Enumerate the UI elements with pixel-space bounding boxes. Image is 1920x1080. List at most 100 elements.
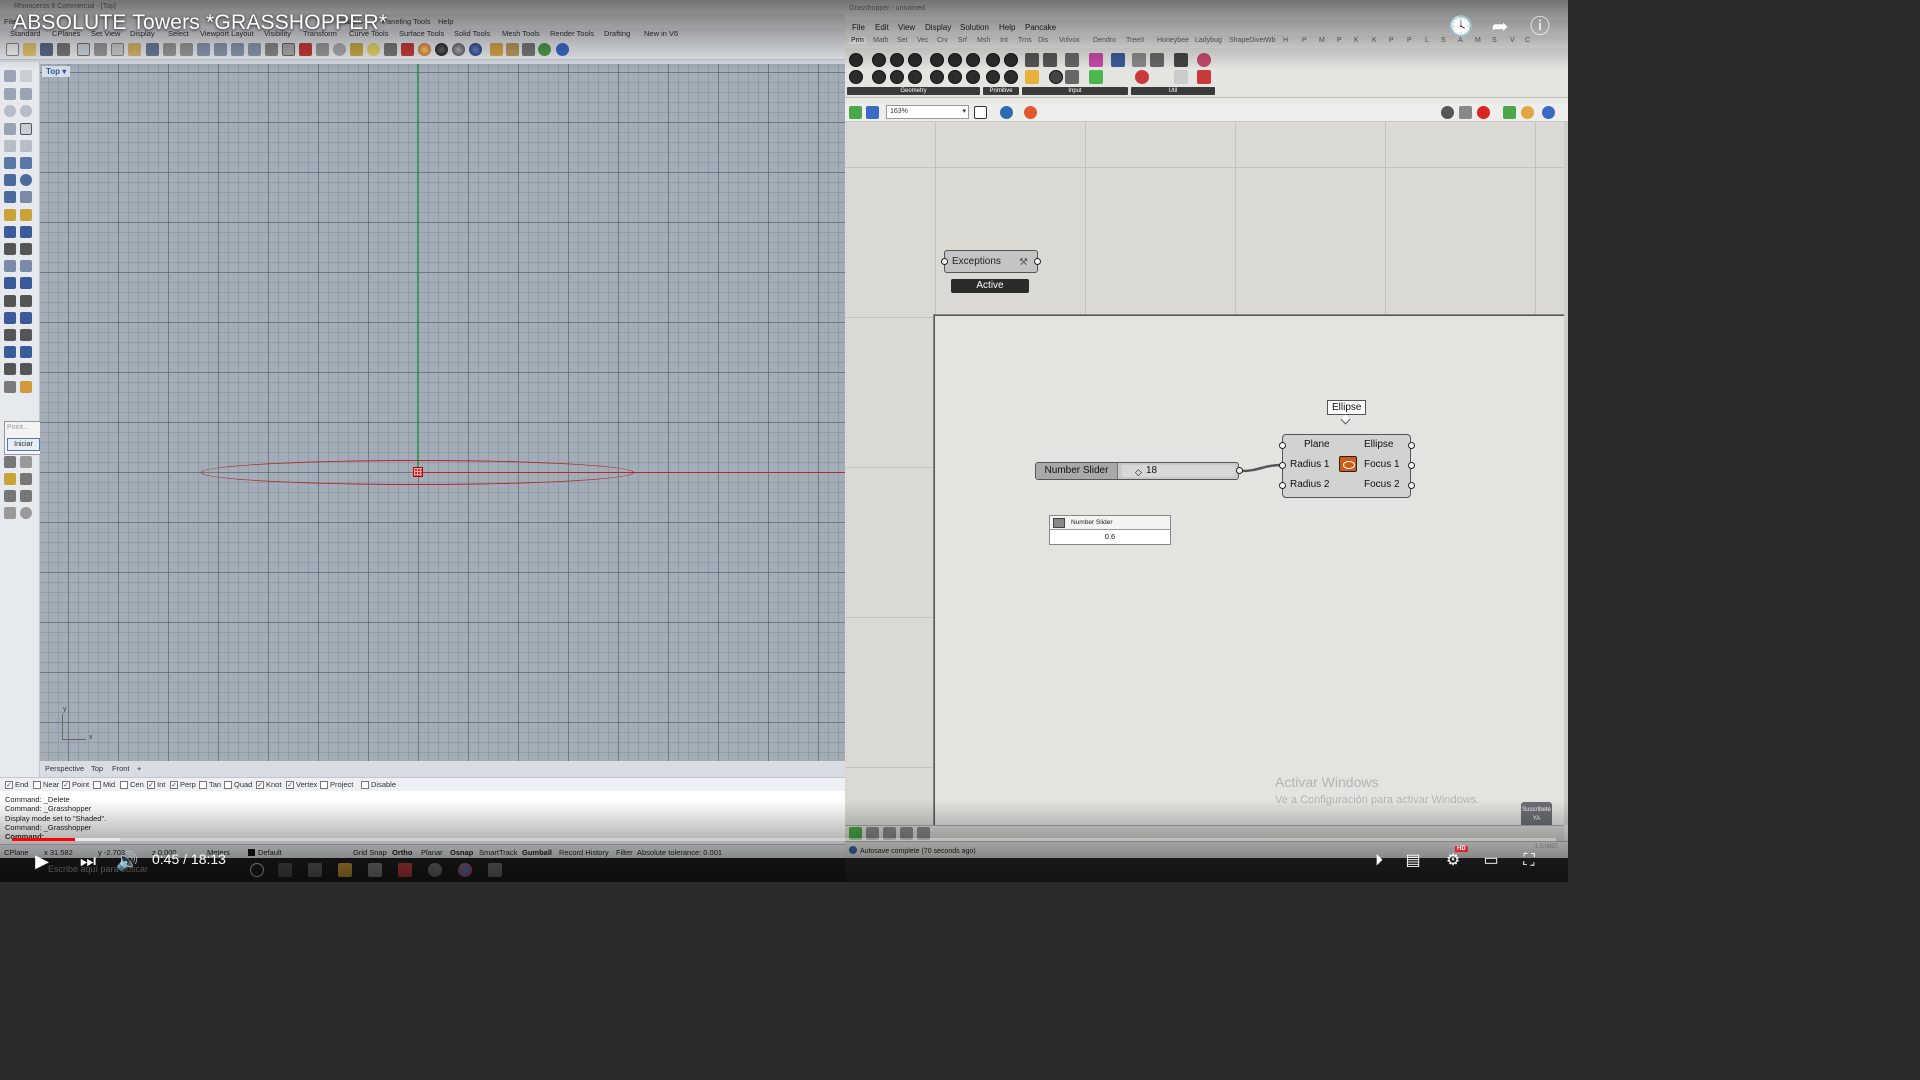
zoom-dropdown[interactable]: 163% ▾	[886, 105, 969, 119]
open-document-icon[interactable]	[849, 106, 862, 119]
open-folder-icon[interactable]	[23, 43, 36, 56]
new-number-slider-editor[interactable]: Number Slider 0.6	[1049, 515, 1171, 545]
circle-param-icon[interactable]	[872, 53, 886, 67]
render-icon[interactable]	[418, 43, 431, 56]
arc-icon[interactable]	[4, 140, 16, 152]
brep-param-icon[interactable]	[930, 53, 944, 67]
arrow-util-icon[interactable]	[1174, 53, 1188, 67]
focus2-output-port[interactable]	[1408, 482, 1415, 489]
tab-mesh-tools[interactable]: Mesh Tools	[502, 29, 540, 38]
slider-grip-icon[interactable]: ◇	[1135, 467, 1142, 478]
save-document-icon[interactable]	[866, 106, 879, 119]
viewport-layout-icon[interactable]	[282, 43, 295, 56]
gh-tab[interactable]: Trns	[1018, 37, 1032, 44]
video-progress-bar[interactable]	[12, 838, 1556, 841]
gh-tab[interactable]: Dendro	[1093, 37, 1116, 44]
cherry-icon[interactable]	[1135, 70, 1149, 84]
gh-tab[interactable]: Honeybee	[1157, 37, 1189, 44]
osnap-checkbox[interactable]	[93, 780, 101, 789]
osnap-perp[interactable]: ✓ Perp	[170, 780, 196, 789]
focus1-output-port[interactable]	[1408, 462, 1415, 469]
zoom-extents-icon[interactable]	[231, 43, 244, 56]
preview-eye-icon[interactable]	[1000, 106, 1013, 119]
sphere-icon[interactable]	[20, 174, 32, 186]
ribbon-group-primitive[interactable]: Primitive	[983, 87, 1019, 95]
polyline-icon[interactable]	[4, 88, 16, 100]
tab-render-tools[interactable]: Render Tools	[550, 29, 594, 38]
text-icon[interactable]	[20, 209, 32, 221]
share-icon[interactable]: ➦	[1487, 14, 1513, 40]
undo-icon[interactable]	[146, 43, 159, 56]
box-icon[interactable]	[4, 174, 16, 186]
gh-tab[interactable]: Int	[1000, 37, 1008, 44]
osnap-checkbox[interactable]	[224, 780, 232, 789]
save-icon[interactable]	[40, 43, 53, 56]
gh-tab[interactable]: Dis	[1038, 37, 1048, 44]
tab-drafting[interactable]: Drafting	[604, 29, 630, 38]
gh-tab[interactable]: Set	[897, 37, 908, 44]
gh-tab[interactable]: K	[1372, 37, 1377, 44]
cylinder-icon[interactable]	[4, 191, 16, 203]
line-param-icon[interactable]	[908, 70, 922, 84]
radius2-input-port[interactable]	[1279, 482, 1286, 489]
osnap-tan[interactable]: Tan	[199, 780, 221, 789]
gh-tab[interactable]: P	[1337, 37, 1342, 44]
toggle-icon[interactable]	[1065, 53, 1079, 67]
copy-icon[interactable]	[111, 43, 124, 56]
rhino-menu-paneling-tools[interactable]: Paneling Tools	[382, 17, 431, 26]
tool-icon[interactable]	[490, 43, 503, 56]
gh-tab[interactable]: Vec	[917, 37, 929, 44]
rotate-tool-icon[interactable]	[4, 277, 16, 289]
curve-param-icon[interactable]	[890, 53, 904, 67]
osnap-checkbox[interactable]: ✓	[5, 780, 13, 789]
fullscreen-icon[interactable]: ⛶	[1518, 849, 1540, 873]
preview-wireframe-icon[interactable]	[1441, 106, 1454, 119]
surface-param-icon[interactable]	[908, 53, 922, 67]
osnap-mid[interactable]: Mid	[93, 780, 115, 789]
gh-menu-file[interactable]: File	[852, 23, 865, 32]
panel-icon[interactable]	[4, 456, 16, 468]
geometry-param-icon[interactable]	[966, 53, 980, 67]
gh-tab[interactable]: Msh	[977, 37, 990, 44]
plane-input-port[interactable]	[1279, 442, 1286, 449]
offset-icon[interactable]	[4, 312, 16, 324]
array-icon[interactable]	[20, 295, 32, 307]
osnap-cen[interactable]: Cen	[120, 780, 144, 789]
layer-icon[interactable]	[401, 43, 414, 56]
osnap-checkbox[interactable]	[199, 780, 207, 789]
sketch-pen-icon[interactable]	[1024, 106, 1037, 119]
select-arrow-icon[interactable]	[4, 70, 16, 82]
gh-menu-pancake[interactable]: Pancake	[1025, 23, 1056, 32]
volume-icon[interactable]: 🔊	[116, 849, 138, 873]
print-icon[interactable]	[57, 43, 70, 56]
jump-icon[interactable]	[1174, 70, 1188, 84]
ribbon-group-util[interactable]: Util	[1131, 87, 1215, 95]
value-list-icon[interactable]	[1065, 70, 1079, 84]
cage-icon[interactable]	[4, 490, 16, 502]
gh-tab[interactable]: Math	[873, 37, 889, 44]
param-icon[interactable]	[849, 53, 863, 67]
play-icon[interactable]: ▶	[32, 849, 52, 873]
slider-to-radius-wire[interactable]	[1240, 463, 1283, 473]
analyze-icon[interactable]	[20, 329, 32, 341]
tab-top[interactable]: Top	[91, 764, 103, 773]
import-icon[interactable]	[77, 43, 90, 56]
surface-icon[interactable]	[4, 157, 16, 169]
light-bulb-icon[interactable]	[367, 43, 380, 56]
cplane-icon[interactable]	[316, 43, 329, 56]
render-tool-icon[interactable]	[4, 381, 16, 393]
flask-icon[interactable]	[1197, 70, 1211, 84]
gradient-icon[interactable]	[1089, 53, 1103, 67]
mesh-icon[interactable]	[20, 191, 32, 203]
move-tool-icon[interactable]	[4, 260, 16, 272]
point-param-icon[interactable]	[849, 70, 863, 84]
fillet-icon[interactable]	[20, 140, 32, 152]
tab-perspective[interactable]: Perspective	[45, 764, 84, 773]
flow-icon[interactable]	[4, 507, 16, 519]
watch-later-icon[interactable]: 🕓	[1448, 14, 1474, 40]
object-properties-icon[interactable]	[350, 43, 363, 56]
calculator-icon[interactable]	[1111, 53, 1125, 67]
gh-menu-view[interactable]: View	[898, 23, 915, 32]
copy-tool-icon[interactable]	[20, 260, 32, 272]
panel-component-icon[interactable]	[1025, 53, 1039, 67]
